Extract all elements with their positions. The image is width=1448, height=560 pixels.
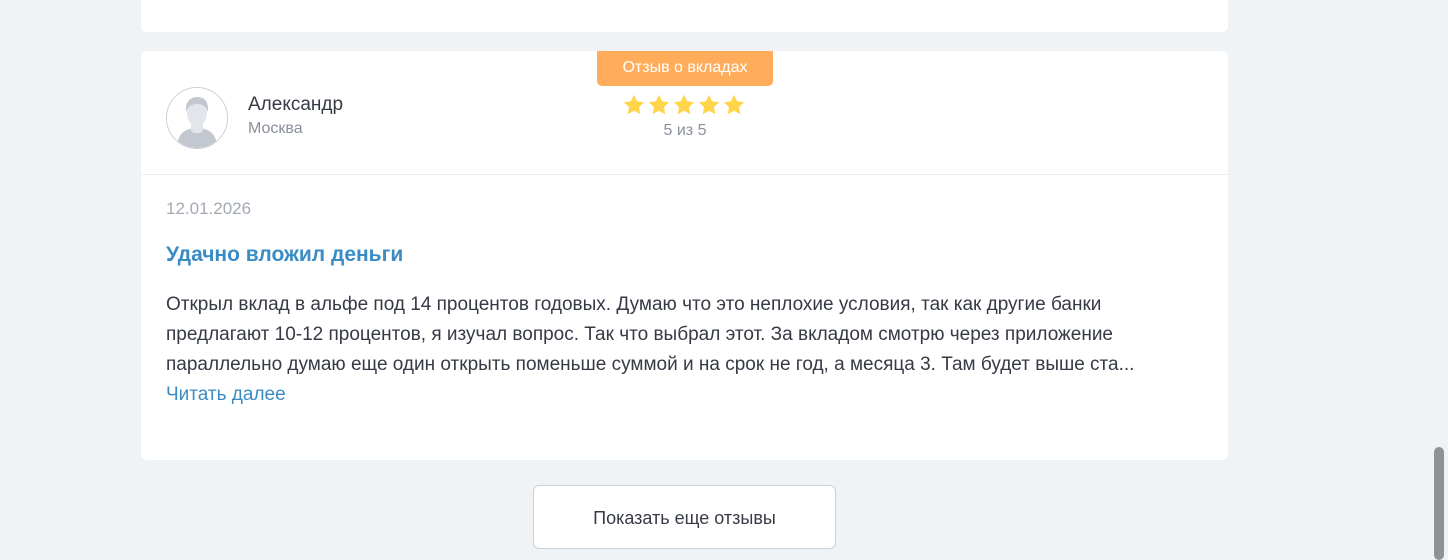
show-more-reviews-button[interactable]: Показать еще отзывы [533,485,836,549]
rating-stars [622,93,748,117]
review-header: Александр Москва Отзыв о вкладах 5 из 5 [141,51,1228,175]
scrollbar-thumb[interactable] [1434,447,1444,560]
rating-text: 5 из 5 [663,122,707,139]
review-date: 12.01.2026 [166,199,252,218]
review-card: Александр Москва Отзыв о вкладах 5 из 5 … [141,51,1228,460]
author-name: Александр [248,94,344,115]
category-badge: Отзыв о вкладах [597,51,773,86]
review-text: Открыл вклад в альфе под 14 процентов го… [166,290,1191,380]
star-icon [698,94,720,115]
user-silhouette-icon [167,88,227,148]
review-text-line: Открыл вклад в альфе под 14 процентов го… [166,294,1102,315]
author-city: Москва [248,120,303,137]
review-text-line: параллельно думаю еще один открыть помен… [166,354,1135,375]
star-icon [648,94,670,115]
page: Александр Москва Отзыв о вкладах 5 из 5 … [0,0,1448,560]
star-icon [673,94,695,115]
star-icon [623,94,645,115]
read-more-link[interactable]: Читать далее [166,380,286,410]
star-icon [723,94,745,115]
review-title[interactable]: Удачно вложил деньги [166,242,403,268]
avatar [166,87,228,149]
previous-review-card [141,0,1228,32]
review-text-line: предлагают 10-12 процентов, я изучал воп… [166,324,1113,345]
